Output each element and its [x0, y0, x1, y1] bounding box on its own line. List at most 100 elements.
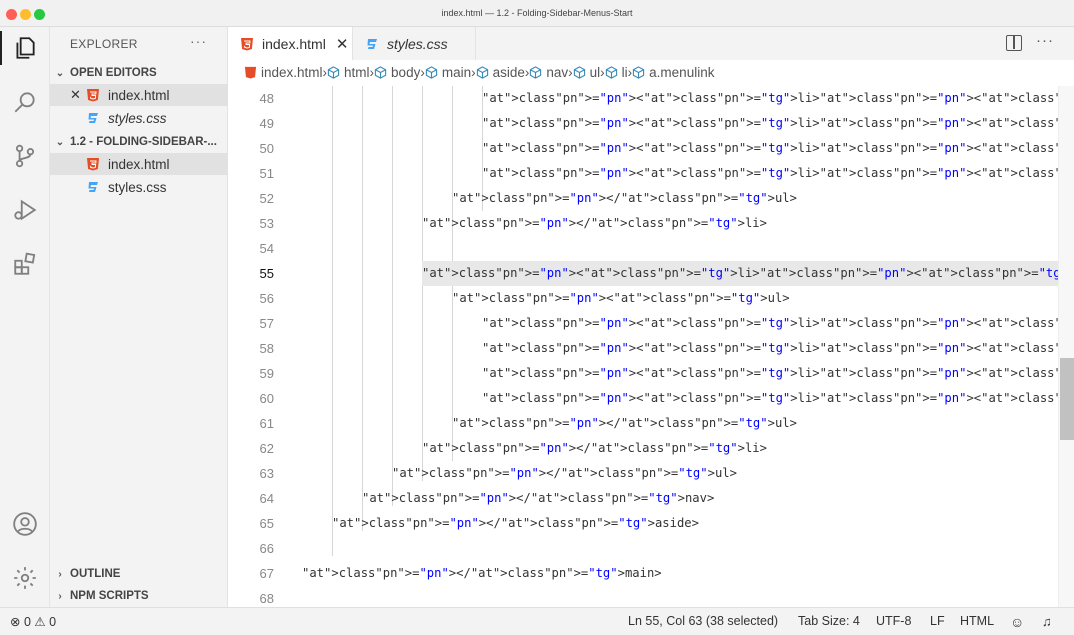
code-line[interactable]: 58 "at">class"pn">="pn"><"at">class"pn">=… [228, 336, 1058, 361]
code-line[interactable]: 68 [228, 586, 1058, 607]
run-debug-icon[interactable] [0, 189, 50, 231]
code-line[interactable]: 54 [228, 236, 1058, 261]
split-editor-icon[interactable] [1006, 35, 1022, 51]
code-text: "at">class"pn">="pn"></"at">class"pn">="… [422, 216, 767, 230]
code-line[interactable]: 66 [228, 536, 1058, 561]
code-line[interactable]: 49 "at">class"pn">="pn"><"at">class"pn">=… [228, 111, 1058, 136]
outline-title: OUTLINE [70, 568, 121, 580]
outline-section[interactable]: › OUTLINE [50, 563, 228, 585]
css-icon [88, 182, 98, 192]
line-number: 58 [259, 341, 274, 356]
vertical-scrollbar[interactable] [1058, 86, 1074, 607]
notifications-bell-icon[interactable]: ♫ [1042, 614, 1052, 629]
more-actions-icon[interactable]: ··· [1036, 32, 1054, 49]
open-editors-section[interactable]: ⌄ OPEN EDITORS [50, 62, 228, 84]
code-line[interactable]: 60 "at">class"pn">="pn"><"at">class"pn">=… [228, 386, 1058, 411]
close-icon[interactable]: ✕ [336, 35, 349, 53]
breadcrumb-item[interactable]: nav [529, 65, 568, 80]
symbol-element-icon [425, 65, 437, 79]
tab-index-html[interactable]: index.html ✕ [228, 27, 352, 60]
line-number: 57 [259, 316, 274, 331]
code-line[interactable]: 53 "at">class"pn">="pn"></"at">class"pn">… [228, 211, 1058, 236]
status-bar: ⊗ 0 ⚠ 0 Ln 55, Col 63 (38 selected) Tab … [0, 607, 1074, 635]
scrollbar-thumb[interactable] [1060, 358, 1074, 440]
explorer-header: EXPLORER [70, 37, 138, 51]
code-line[interactable]: 51 "at">class"pn">="pn"><"at">class"pn">=… [228, 161, 1058, 186]
code-text: "at">class"pn">="pn"></"at">class"pn">="… [302, 566, 662, 580]
symbol-element-icon [327, 65, 340, 79]
problems-indicator[interactable]: ⊗ 0 ⚠ 0 [10, 614, 56, 629]
code-line[interactable]: 59 "at">class"pn">="pn"><"at">class"pn">=… [228, 361, 1058, 386]
breadcrumb-label: index.html [261, 64, 323, 80]
breadcrumb-item[interactable]: index.html [244, 65, 323, 80]
breadcrumb-label: ul [589, 64, 601, 80]
breadcrumb-item[interactable]: li [605, 65, 628, 80]
file-label: styles.css [108, 179, 167, 195]
encoding[interactable]: UTF-8 [876, 614, 911, 628]
line-number: 64 [259, 491, 274, 506]
code-line[interactable]: 62 "at">class"pn">="pn"></"at">class"pn">… [228, 436, 1058, 461]
line-number: 48 [259, 91, 274, 106]
code-line[interactable]: 63 "at">class"pn">="pn"></"at">class"pn">… [228, 461, 1058, 486]
code-text: "at">class"pn">="pn"><"at">class"pn">="t… [482, 116, 1058, 130]
code-line[interactable]: 65 "at">class"pn">="pn"></"at">class"pn">… [228, 511, 1058, 536]
line-number: 63 [259, 466, 274, 481]
code-text: "at">class"pn">="pn"><"at">class"pn">="t… [482, 141, 1058, 155]
explorer-more-icon[interactable]: ··· [190, 33, 207, 49]
tab-styles-css[interactable]: styles.css [352, 27, 476, 60]
code-line[interactable]: 56 "at">class"pn">="pn"><"at">class"pn">=… [228, 286, 1058, 311]
search-icon[interactable] [0, 81, 50, 123]
breadcrumb-item[interactable]: html [327, 65, 370, 80]
tab-size[interactable]: Tab Size: 4 [798, 614, 860, 628]
code-text: "at">class"pn">="pn"><"at">class"pn">="t… [482, 316, 1058, 330]
line-number: 55 [259, 266, 274, 281]
line-number: 56 [259, 291, 274, 306]
line-ending[interactable]: LF [930, 614, 945, 628]
html5-icon [244, 66, 257, 79]
account-icon[interactable] [0, 503, 50, 545]
code-line[interactable]: 48 "at">class"pn">="pn"><"at">class"pn">=… [228, 86, 1058, 111]
extensions-icon[interactable] [0, 243, 50, 285]
file-item-index[interactable]: index.html [50, 153, 228, 175]
tab-label: index.html [262, 35, 326, 52]
breadcrumb-item[interactable]: main [425, 65, 471, 80]
code-line[interactable]: 61 "at">class"pn">="pn"></"at">class"pn">… [228, 411, 1058, 436]
breadcrumb-label: nav [546, 64, 569, 80]
code-line[interactable]: 67 "at">class"pn">="pn"></"at">class"pn">… [228, 561, 1058, 586]
npm-scripts-section[interactable]: › NPM SCRIPTS [50, 585, 228, 607]
code-line[interactable]: 64 "at">class"pn">="pn"></"at">class"pn">… [228, 486, 1058, 511]
line-number: 68 [259, 591, 274, 606]
folder-section[interactable]: ⌄ 1.2 - FOLDING-SIDEBAR-... [50, 131, 228, 153]
file-item-styles[interactable]: styles.css [50, 176, 228, 198]
open-editor-item-styles[interactable]: styles.css [50, 107, 228, 129]
cursor-position[interactable]: Ln 55, Col 63 (38 selected) [628, 614, 778, 628]
symbol-element-icon [530, 65, 542, 79]
code-line[interactable]: 57 "at">class"pn">="pn"><"at">class"pn">=… [228, 311, 1058, 336]
line-number: 50 [259, 141, 274, 156]
language-mode[interactable]: HTML [960, 614, 994, 628]
breadcrumb-label: aside [492, 64, 525, 80]
breadcrumb-item[interactable]: a.menulink [632, 65, 714, 80]
symbol-element-icon [573, 65, 585, 79]
breadcrumb-item[interactable]: aside [476, 65, 525, 80]
file-label: index.html [108, 156, 170, 172]
feedback-icon[interactable]: ☺ [1010, 614, 1024, 630]
code-line[interactable]: 55 "at">class"pn">="pn"><"at">class"pn">=… [228, 261, 1058, 286]
close-icon[interactable]: ✕ [70, 87, 81, 103]
code-line[interactable]: 50 "at">class"pn">="pn"><"at">class"pn">=… [228, 136, 1058, 161]
breadcrumb-item[interactable]: ul [573, 64, 601, 80]
symbol-element-icon [476, 65, 488, 79]
source-control-icon[interactable] [0, 135, 50, 177]
chevron-right-icon: › [58, 568, 62, 580]
window-title: index.html — 1.2 - Folding-Sidebar-Menus… [441, 8, 633, 18]
manage-gear-icon[interactable] [0, 557, 50, 599]
line-number: 54 [259, 241, 274, 256]
breadcrumb-item[interactable]: body [374, 65, 420, 80]
code-text: "at">class"pn">="pn"></"at">class"pn">="… [332, 516, 699, 530]
code-line[interactable]: 52 "at">class"pn">="pn"></"at">class"pn">… [228, 186, 1058, 211]
explorer-icon[interactable] [0, 27, 50, 69]
open-editor-item-index[interactable]: ✕ index.html [50, 84, 228, 106]
explorer-sidebar: EXPLORER ··· ⌄ OPEN EDITORS ✕ index.html … [50, 27, 228, 607]
code-editor[interactable]: 48 "at">class"pn">="pn"><"at">class"pn">=… [228, 86, 1058, 607]
html5-icon [241, 37, 253, 50]
